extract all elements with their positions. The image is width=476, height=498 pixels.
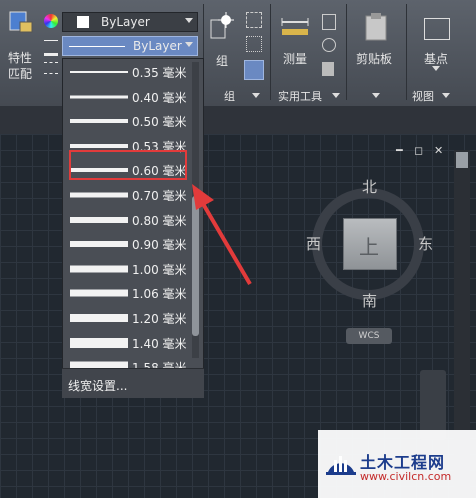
lineweight-option-label: 0.80 毫米	[132, 213, 187, 228]
watermark-url: www.civilcn.com	[360, 470, 452, 483]
lineweight-settings-item[interactable]: 线宽设置...	[62, 368, 204, 398]
lineweight-sample	[70, 71, 128, 73]
match-properties-icon[interactable]	[8, 10, 34, 36]
lineweight-settings-label: 线宽设置...	[68, 379, 128, 393]
color-combo-value: ByLayer	[101, 15, 150, 29]
lineweight-sample	[70, 95, 128, 99]
chevron-down-icon[interactable]	[372, 93, 380, 98]
chevron-down-icon	[185, 18, 193, 23]
lineweight-icon[interactable]	[44, 40, 58, 56]
lineweight-option-label: 1.20 毫米	[132, 312, 187, 326]
group-edit-icon[interactable]	[246, 36, 262, 52]
lineweight-option[interactable]: 1.20 毫米	[66, 306, 187, 330]
lineweight-option-label: 0.70 毫米	[132, 189, 187, 203]
annotation-arrow	[192, 184, 252, 286]
lineweight-option-label: 1.06 毫米	[132, 287, 187, 302]
lineweight-option[interactable]: 0.80 毫米	[66, 208, 187, 232]
group-label[interactable]: 组	[216, 52, 228, 69]
chevron-down-icon[interactable]	[432, 66, 440, 71]
match-properties-label[interactable]: 特性 匹配	[8, 50, 32, 82]
scrollbar-thumb[interactable]	[456, 152, 468, 168]
lineweight-sample	[70, 314, 128, 322]
compass-north[interactable]: 北	[362, 176, 377, 197]
color-swatch	[77, 16, 89, 28]
lineweight-preview	[69, 46, 125, 47]
ungroup-icon[interactable]	[246, 12, 262, 28]
chevron-down-icon[interactable]	[252, 93, 260, 98]
lineweight-option-label: 0.50 毫米	[132, 115, 187, 130]
chevron-down-icon[interactable]	[332, 93, 340, 98]
viewcube-face-label: 上	[359, 235, 379, 259]
clipboard-label[interactable]: 剪贴板	[356, 50, 392, 67]
viewcube-top-face[interactable]: 上	[343, 218, 397, 270]
lineweight-option-label: 0.35 毫米	[132, 66, 187, 80]
lineweight-option-label: 1.00 毫米	[132, 262, 187, 277]
color-wheel-icon[interactable]	[44, 14, 58, 28]
compass-east[interactable]: 东	[418, 233, 433, 254]
lineweight-option[interactable]: 1.40 毫米	[66, 331, 187, 355]
lineweight-combo[interactable]: ByLayer	[62, 36, 198, 56]
lineweight-option[interactable]: 0.50 毫米	[66, 109, 187, 133]
quickcalc-icon[interactable]	[322, 14, 336, 30]
color-combo[interactable]: ByLayer	[62, 12, 198, 32]
clipboard-icon[interactable]	[364, 12, 388, 42]
chevron-down-icon[interactable]	[442, 93, 450, 98]
close-button[interactable]: ✕	[434, 144, 443, 157]
lineweight-sample	[70, 192, 128, 198]
point-icon[interactable]	[322, 38, 336, 52]
lineweight-option[interactable]: 0.35 毫米	[66, 60, 187, 84]
lineweight-option-label: 0.90 毫米	[132, 238, 187, 253]
lineweight-sample	[70, 143, 128, 148]
wcs-menu[interactable]: WCS	[346, 328, 392, 344]
minimize-button[interactable]: ━	[396, 144, 403, 157]
measure-icon[interactable]	[280, 18, 310, 36]
lineweight-option[interactable]: 1.00 毫米	[66, 257, 187, 281]
lineweight-option-label: 0.40 毫米	[132, 90, 187, 105]
lineweight-combo-value: ByLayer	[133, 39, 182, 53]
view-panel-title[interactable]: 视图	[412, 88, 434, 104]
measure-label[interactable]: 测量	[283, 50, 307, 67]
group-select-icon[interactable]	[244, 60, 264, 80]
base-label[interactable]: 基点	[424, 50, 448, 67]
watermark-logo-icon	[326, 456, 356, 475]
lineweight-sample	[70, 241, 128, 248]
lineweight-option[interactable]: 0.70 毫米	[66, 183, 187, 207]
linetype-icon[interactable]	[44, 62, 58, 74]
compass-south[interactable]: 南	[362, 290, 377, 311]
lineweight-option-label: 1.40 毫米	[132, 336, 187, 351]
calculator-icon[interactable]	[322, 62, 334, 76]
lineweight-option[interactable]: 1.06 毫米	[66, 281, 187, 305]
lineweight-option[interactable]: 0.90 毫米	[66, 232, 187, 256]
utilities-panel-title[interactable]: 实用工具	[278, 88, 322, 104]
lineweight-sample	[70, 337, 128, 348]
highlight-box	[69, 150, 187, 180]
lineweight-sample	[70, 289, 128, 297]
lineweight-sample	[70, 265, 128, 273]
group-panel-title[interactable]: 组	[224, 88, 235, 104]
compass-west[interactable]: 西	[306, 233, 321, 254]
base-point-icon[interactable]	[424, 18, 450, 40]
group-icon[interactable]	[208, 12, 236, 42]
chevron-down-icon	[185, 42, 193, 47]
restore-button[interactable]: ◻	[414, 144, 423, 157]
lineweight-sample	[70, 119, 128, 124]
lineweight-option[interactable]: 0.40 毫米	[66, 85, 187, 109]
lineweight-sample	[70, 216, 128, 223]
